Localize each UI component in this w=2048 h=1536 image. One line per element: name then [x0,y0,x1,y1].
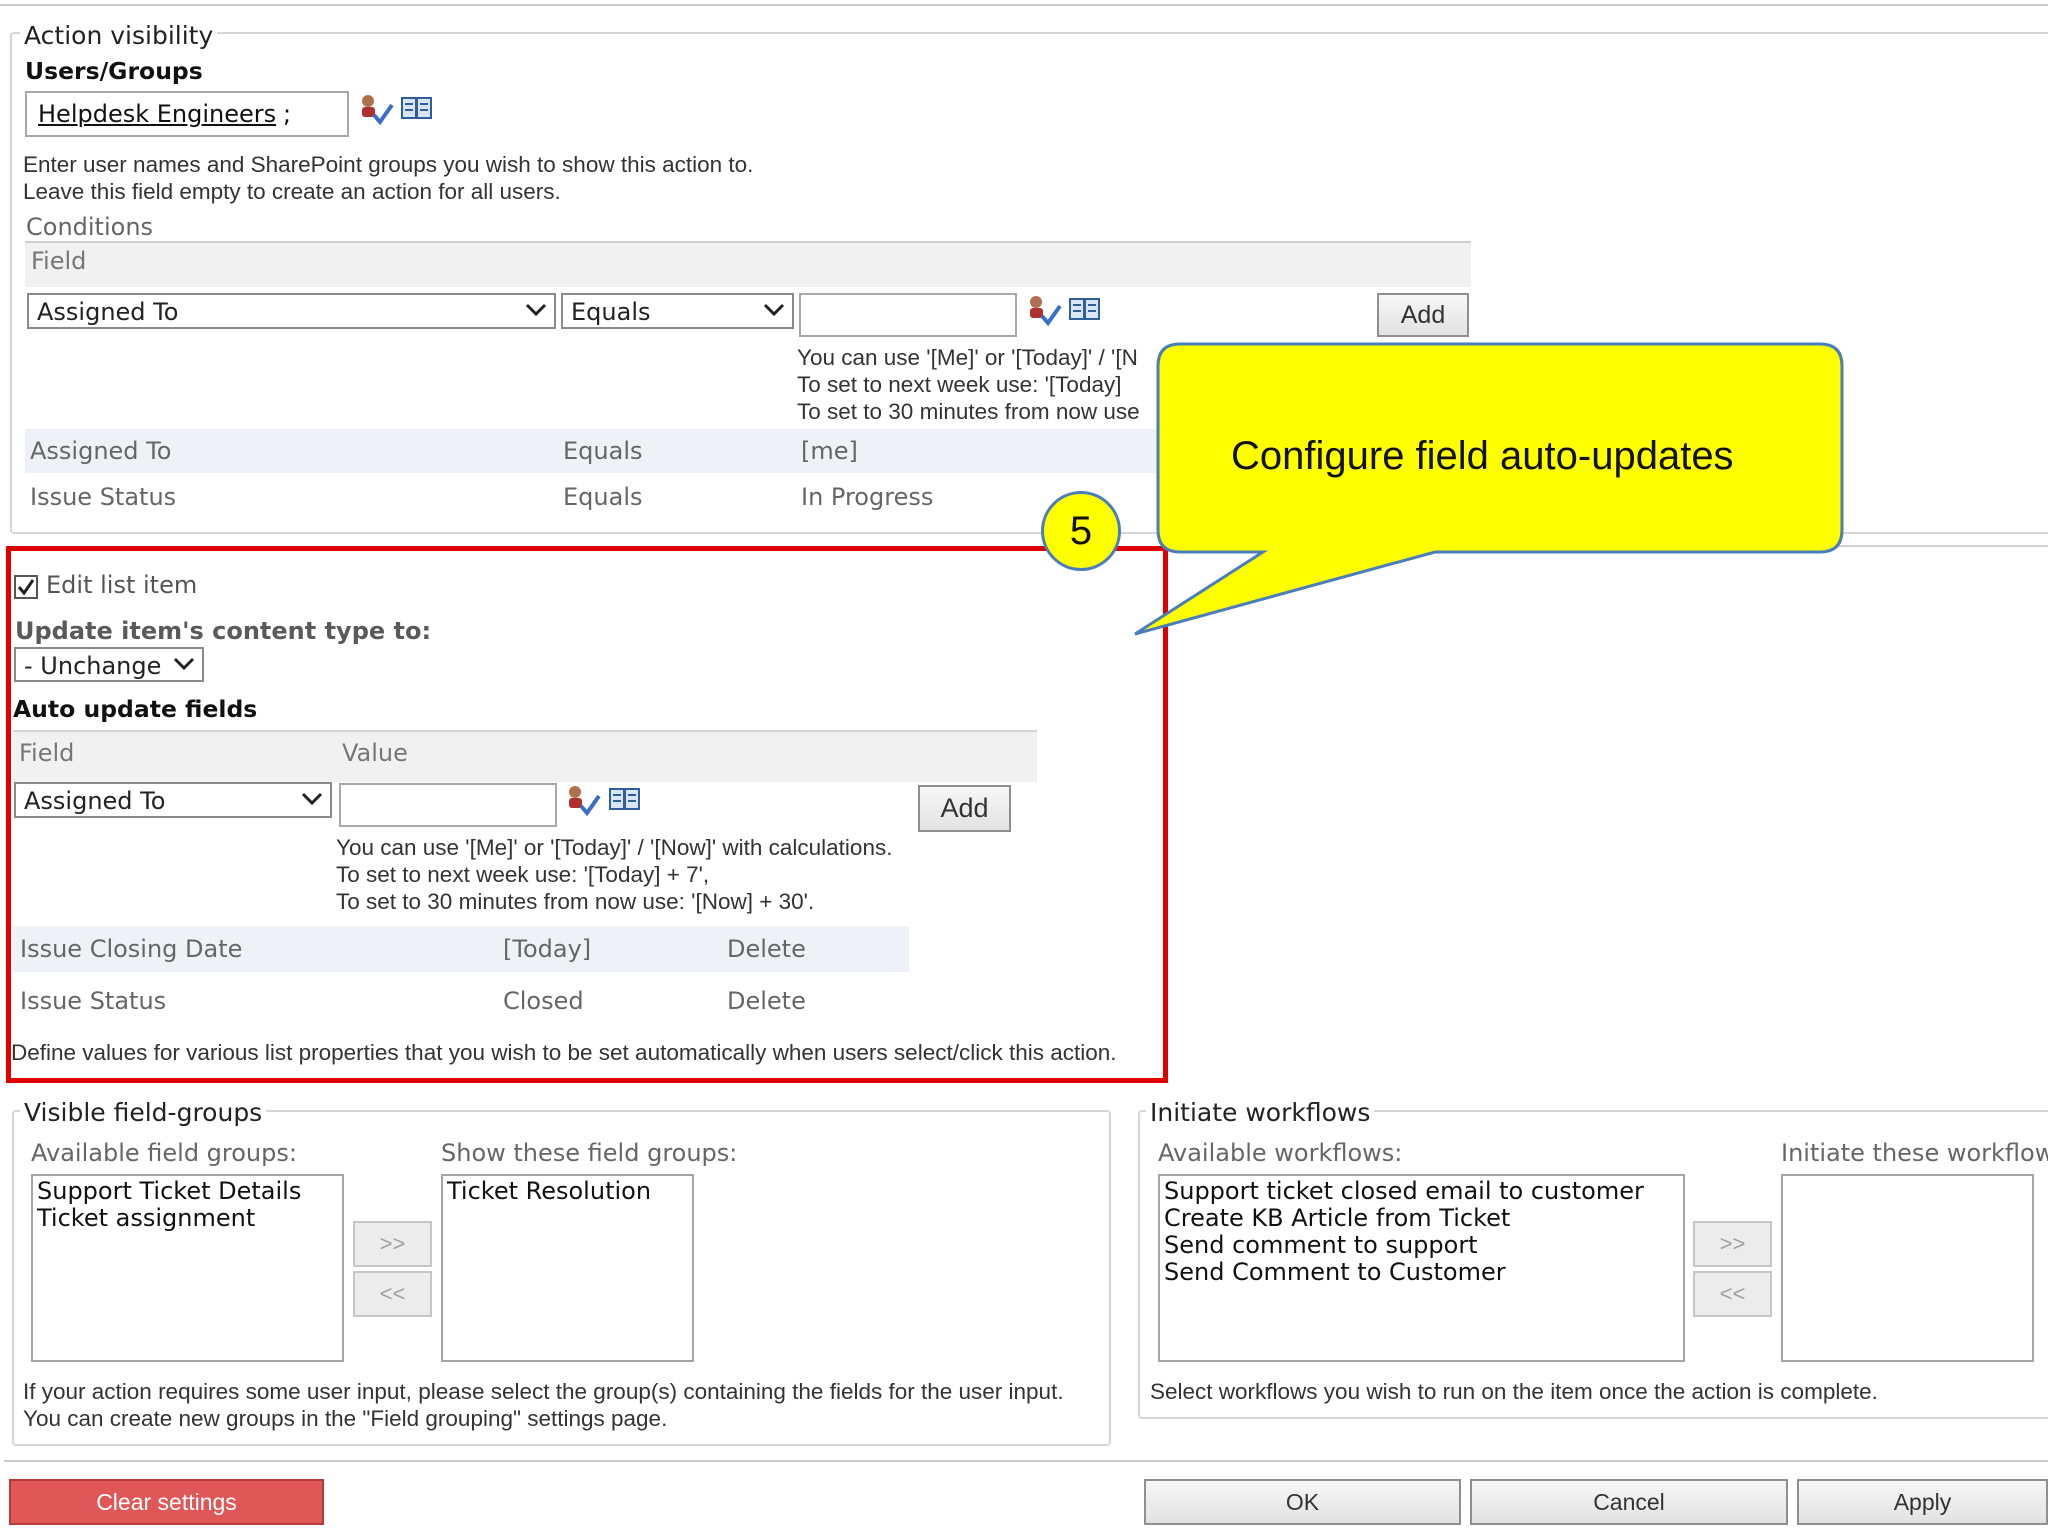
auto-update-hint-line3: To set to 30 minutes from now use: '[Now… [336,889,815,914]
condition-hint-line2: To set to next week use: '[Today] [797,372,1122,397]
condition-row-field: Assigned To [30,437,172,465]
move-right-button[interactable]: >> [353,1221,432,1267]
check-names-icon[interactable] [358,92,394,126]
auto-update-field-select-value: Assigned To [24,787,166,815]
condition-field-select-value: Assigned To [37,298,179,326]
checkmark-icon [17,579,35,596]
callout-shape [1134,342,1844,636]
user-separator: ; [283,100,292,128]
condition-row-value: [me] [801,437,858,465]
content-type-select-value: - Unchange [24,652,162,680]
workflows-note: Select workflows you wish to run on the … [1150,1379,1878,1404]
list-item[interactable]: Ticket Resolution [447,1178,688,1205]
users-groups-input[interactable]: Helpdesk Engineers ; [25,91,349,137]
condition-row-operator: Equals [563,483,643,511]
field-groups-legend: Visible field-groups [20,1098,267,1127]
auto-update-row-value: Closed [503,987,584,1015]
auto-update-hint-line1: You can use '[Me]' or '[Today]' / '[Now]… [336,835,893,860]
content-type-label: Update item's content type to: [15,617,432,645]
auto-update-value-input[interactable] [339,783,557,827]
users-groups-label: Users/Groups [25,57,203,85]
auto-update-row-field: Issue Status [20,987,167,1015]
auto-update-add-button[interactable]: Add [918,785,1011,832]
auto-update-row-delete[interactable]: Delete [727,935,806,963]
apply-button[interactable]: Apply [1797,1479,2048,1525]
edit-list-item-checkbox[interactable] [14,575,38,599]
chevron-down-icon [173,657,195,671]
user-entity-helpdesk-engineers[interactable]: Helpdesk Engineers [38,100,276,128]
clear-settings-button[interactable]: Clear settings [9,1479,324,1525]
workflows-legend: Initiate workflows [1146,1098,1375,1127]
edit-list-item-label: Edit list item [46,571,198,599]
workflow-move-right-button[interactable]: >> [1693,1221,1772,1267]
check-names-icon[interactable] [1026,293,1062,327]
auto-update-fields-label: Auto update fields [13,695,258,723]
list-item[interactable]: Support ticket closed email to customer [1164,1178,1679,1205]
condition-hint-line3: To set to 30 minutes from now use [797,399,1140,424]
chevron-down-icon [301,792,323,806]
list-item[interactable]: Ticket assignment [37,1205,338,1232]
condition-add-button[interactable]: Add [1377,293,1469,337]
callout-text: Configure field auto-updates [1231,434,1734,478]
available-field-groups-list[interactable]: Support Ticket Details Ticket assignment [31,1174,344,1362]
auto-update-header-value: Value [342,739,408,767]
list-item[interactable]: Support Ticket Details [37,1178,338,1205]
check-names-icon[interactable] [565,783,601,817]
list-item[interactable]: Send comment to support [1164,1232,1679,1259]
available-field-groups-label: Available field groups: [31,1139,297,1167]
address-book-icon[interactable] [400,94,434,122]
condition-field-select[interactable]: Assigned To [27,293,556,329]
available-workflows-list[interactable]: Support ticket closed email to customer … [1158,1174,1685,1362]
condition-value-input[interactable] [799,293,1017,337]
auto-update-header-field: Field [19,739,75,767]
action-visibility-legend: Action visibility [20,21,218,50]
chevron-down-icon [763,303,785,317]
condition-row-operator: Equals [563,437,643,465]
condition-row-field: Issue Status [30,483,177,511]
address-book-icon[interactable] [608,785,642,813]
conditions-header [25,241,1471,287]
auto-update-header [13,730,1037,782]
auto-update-hint-line2: To set to next week use: '[Today] + 7', [336,862,710,887]
step-number-badge: 5 [1041,491,1121,571]
workflow-move-left-button[interactable]: << [1693,1271,1772,1317]
footer-divider [4,1460,2048,1462]
condition-operator-select-value: Equals [571,298,651,326]
auto-update-row-delete[interactable]: Delete [727,987,806,1015]
users-help-line1: Enter user names and SharePoint groups y… [23,152,754,177]
field-groups-note-line1: If your action requires some user input,… [23,1379,1064,1404]
initiate-workflows-label: Initiate these workflow [1781,1139,2048,1167]
show-field-groups-label: Show these field groups: [441,1139,738,1167]
conditions-header-field: Field [31,247,87,275]
auto-update-row-value: [Today] [503,935,592,963]
auto-update-field-select[interactable]: Assigned To [14,782,332,818]
content-type-select[interactable]: - Unchange [14,647,204,682]
list-item[interactable]: Send Comment to Customer [1164,1259,1679,1286]
users-help-line2: Leave this field empty to create an acti… [23,179,561,204]
initiate-workflows-list[interactable] [1781,1174,2034,1362]
cancel-button[interactable]: Cancel [1470,1479,1788,1525]
shown-field-groups-list[interactable]: Ticket Resolution [441,1174,694,1362]
field-groups-note-line2: You can create new groups in the "Field … [23,1406,668,1431]
chevron-down-icon [525,303,547,317]
conditions-label: Conditions [26,213,154,241]
list-item[interactable]: Create KB Article from Ticket [1164,1205,1679,1232]
condition-operator-select[interactable]: Equals [561,293,794,329]
condition-hint-line1: You can use '[Me]' or '[Today]' / '[N [797,345,1138,370]
address-book-icon[interactable] [1068,295,1102,323]
auto-update-footer-note: Define values for various list propertie… [11,1040,1117,1065]
move-left-button[interactable]: << [353,1271,432,1317]
top-divider [0,4,2048,6]
ok-button[interactable]: OK [1144,1479,1461,1525]
auto-update-row-field: Issue Closing Date [20,935,243,963]
available-workflows-label: Available workflows: [1158,1139,1403,1167]
condition-row-value: In Progress [801,483,934,511]
